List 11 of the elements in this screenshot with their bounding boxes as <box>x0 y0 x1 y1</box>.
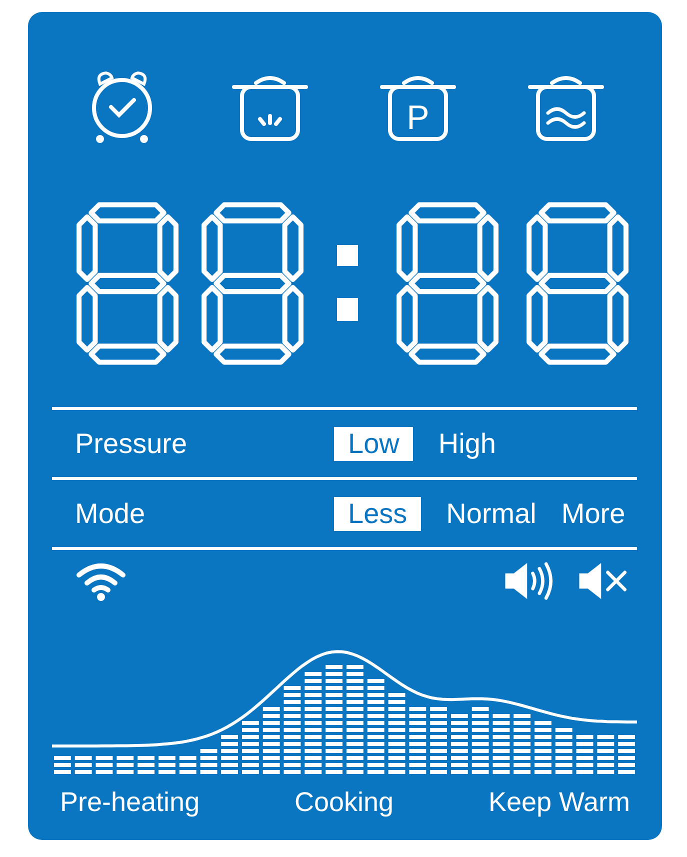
setting-label: Pressure <box>74 428 188 460</box>
stage-label: Keep Warm <box>488 786 630 818</box>
stage-label: Cooking <box>294 786 394 818</box>
setting-label: Mode <box>74 498 146 530</box>
setting-option[interactable]: Low <box>334 426 414 460</box>
setting-option[interactable]: More <box>561 496 626 530</box>
alarm-clock-icon <box>90 70 154 144</box>
setting-option[interactable]: Normal <box>446 496 536 530</box>
setting-option[interactable]: Less <box>334 496 422 530</box>
stage-label: Pre-heating <box>60 786 200 818</box>
setting-option[interactable]: High <box>438 426 496 460</box>
